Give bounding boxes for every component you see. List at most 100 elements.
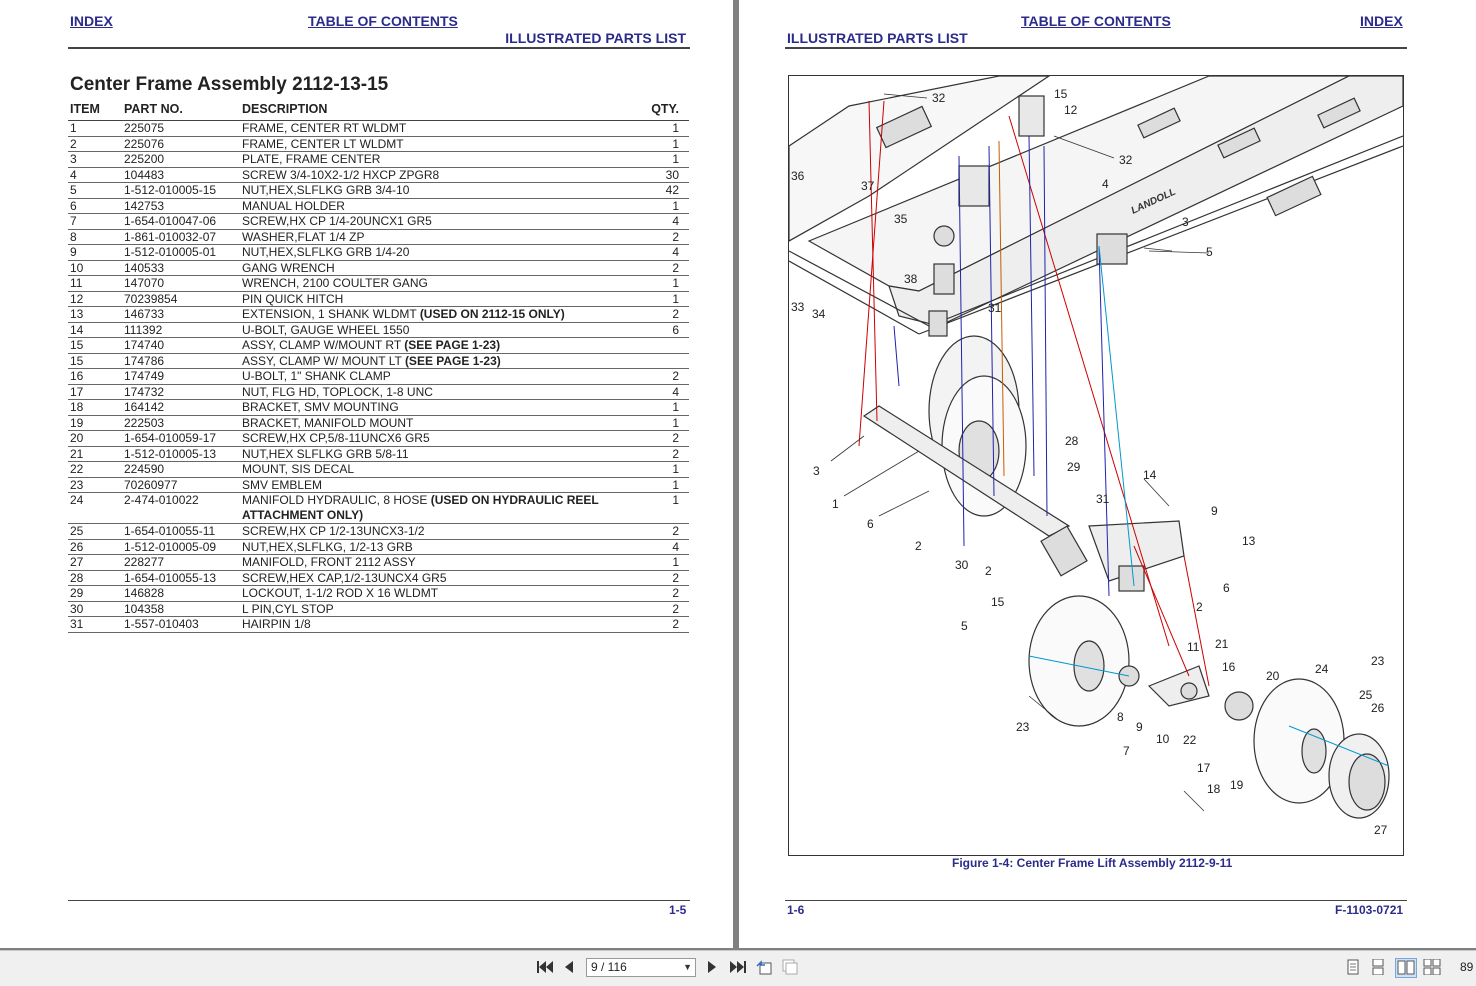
item-cell: 4	[68, 167, 122, 183]
part-no-cell: 1-512-010005-01	[122, 244, 240, 261]
callout-number: 38	[904, 272, 918, 286]
part-no-cell: 146828	[122, 585, 240, 602]
callout-number: 5	[961, 619, 968, 633]
item-cell: 11	[68, 275, 122, 292]
description-text: ASSY, CLAMP W/ MOUNT LT	[242, 353, 405, 368]
description-text: MANIFOLD HYDRAULIC, 8 HOSE	[242, 493, 431, 507]
description-cell: ASSY, CLAMP W/MOUNT RT (SEE PAGE 1-23)	[240, 337, 637, 354]
table-row: 2 225076 FRAME, CENTER LT WLDMT 1	[68, 136, 689, 152]
qty-cell: 1	[637, 554, 689, 571]
part-no-cell: 1-557-010403	[122, 616, 240, 633]
part-no-cell: 1-512-010005-15	[122, 182, 240, 199]
table-row: 12 70239854 PIN QUICK HITCH 1	[68, 291, 689, 307]
qty-cell: 2	[637, 601, 689, 617]
qty-cell: 2	[637, 523, 689, 540]
item-cell: 7	[68, 213, 122, 230]
table-row: 7 1-654-010047-06 SCREW,HX CP 1/4-20UNCX1 …	[68, 213, 689, 230]
table-row: 11 147070 WRENCH, 2100 COULTER GANG 1	[68, 275, 689, 292]
callout-number: 36	[791, 169, 805, 183]
description-cell: WRENCH, 2100 COULTER GANG	[240, 275, 637, 292]
qty-cell: 1	[637, 477, 689, 493]
callout-number: 32	[1119, 153, 1133, 167]
chevron-down-icon[interactable]: ▼	[683, 959, 692, 976]
description-text: SCREW,HX CP,5/8-11UNCX6 GR5	[242, 431, 430, 445]
callout-number: 29	[1067, 460, 1081, 474]
qty-cell: 1	[637, 198, 689, 214]
left-page: INDEX TABLE OF CONTENTS ILLUSTRATED PART…	[0, 0, 733, 948]
item-cell: 30	[68, 601, 122, 617]
item-cell: 6	[68, 198, 122, 214]
item-cell: 15	[68, 353, 122, 369]
item-cell: 27	[68, 554, 122, 571]
callout-number: 34	[812, 307, 826, 321]
item-cell: 9	[68, 244, 122, 261]
last-page-icon[interactable]	[728, 959, 746, 977]
callout-number: 32	[932, 91, 946, 105]
description-text: U-BOLT, 1" SHANK CLAMP	[242, 369, 391, 383]
toc-link[interactable]: TABLE OF CONTENTS	[308, 13, 458, 29]
zoom-level[interactable]: 89	[1460, 960, 1473, 974]
table-row: 14 111392 U-BOLT, GAUGE WHEEL 1550 6	[68, 322, 689, 338]
table-row: 17 174732 NUT, FLG HD, TOPLOCK, 1-8 UNC 4	[68, 384, 689, 400]
description-text: BRACKET, SMV MOUNTING	[242, 400, 399, 414]
page-number: 1-5	[669, 903, 687, 917]
table-row: 10 140533 GANG WRENCH 2	[68, 260, 689, 276]
part-no-cell: 1-654-010055-13	[122, 570, 240, 586]
qty-cell: 4	[637, 213, 689, 230]
part-no-cell: 146733	[122, 306, 240, 323]
description-text: L PIN,CYL STOP	[242, 601, 334, 616]
part-no-cell: 225076	[122, 136, 240, 152]
header-rule	[785, 47, 1407, 49]
part-no-cell: 70260977	[122, 477, 240, 493]
item-cell: 5	[68, 182, 122, 199]
item-cell: 19	[68, 415, 122, 431]
part-no-cell: 174732	[122, 384, 240, 400]
figure-caption: Figure 1-4: Center Frame Lift Assembly 2…	[952, 856, 1233, 870]
qty-cell: 1	[637, 120, 689, 137]
first-page-icon[interactable]	[537, 959, 555, 977]
description-cell: SCREW,HEX CAP,1/2-13UNCX4 GR5	[240, 570, 637, 586]
table-row: 29 146828 LOCKOUT, 1-1/2 ROD X 16 WLDMT 2	[68, 585, 689, 602]
table-row: 28 1-654-010055-13 SCREW,HEX CAP,1/2-13UNC…	[68, 570, 689, 586]
single-page-icon[interactable]	[1345, 959, 1363, 977]
next-page-icon[interactable]	[705, 959, 723, 977]
callout-number: 1	[832, 497, 839, 511]
qty-cell: 2	[637, 306, 689, 323]
callout-number: 11	[1187, 640, 1200, 654]
qty-cell: 1	[637, 291, 689, 307]
toc-link[interactable]: TABLE OF CONTENTS	[1021, 13, 1171, 29]
qty-cell: 4	[637, 539, 689, 555]
table-row: 31 1-557-010403 HAIRPIN 1/8 2	[68, 616, 689, 633]
description-cell: NUT,HEX,SLFLKG GRB 3/4-10	[240, 182, 637, 199]
item-cell: 3	[68, 151, 122, 168]
qty-cell: 2	[637, 570, 689, 586]
prev-page-icon[interactable]	[562, 959, 580, 977]
page-indicator-text: 9 / 116	[591, 960, 627, 974]
table-row: 25 1-654-010055-11 SCREW,HX CP 1/2-13UNCX3…	[68, 523, 689, 540]
page-number-input[interactable]: 9 / 116 ▼	[586, 958, 696, 977]
figure-illustration: LANDOLL 32 15 12 32 36 37 4 3 5 35 38 31 33 34 28 29 3 1 6…	[788, 75, 1404, 856]
part-no-cell: 104358	[122, 601, 240, 617]
description-note: (SEE PAGE 1-23)	[404, 338, 501, 352]
two-page-icon[interactable]	[1395, 958, 1417, 978]
description-text: PIN QUICK HITCH	[242, 291, 344, 306]
callout-number: 2	[1196, 600, 1203, 614]
two-page-continuous-icon[interactable]	[1423, 958, 1441, 977]
part-no-cell: 140533	[122, 260, 240, 276]
index-link[interactable]: INDEX	[1360, 13, 1403, 29]
description-cell: FRAME, CENTER LT WLDMT	[240, 136, 637, 152]
part-no-cell: 174786	[122, 353, 240, 369]
callout-number: 23	[1371, 654, 1385, 668]
rotate-right-icon[interactable]	[781, 958, 799, 976]
callout-number: 26	[1371, 701, 1385, 715]
continuous-icon[interactable]	[1370, 958, 1388, 977]
rotate-left-icon[interactable]	[755, 958, 773, 976]
item-cell: 15	[68, 337, 122, 354]
description-text: FRAME, CENTER LT WLDMT	[242, 136, 404, 151]
callout-number: 27	[1374, 823, 1388, 837]
description-cell: NUT, FLG HD, TOPLOCK, 1-8 UNC	[240, 384, 637, 400]
part-no-cell: 1-861-010032-07	[122, 229, 240, 245]
index-link[interactable]: INDEX	[70, 13, 113, 29]
description-note: (USED ON 2112-15 ONLY)	[419, 307, 565, 321]
item-cell: 26	[68, 539, 122, 555]
